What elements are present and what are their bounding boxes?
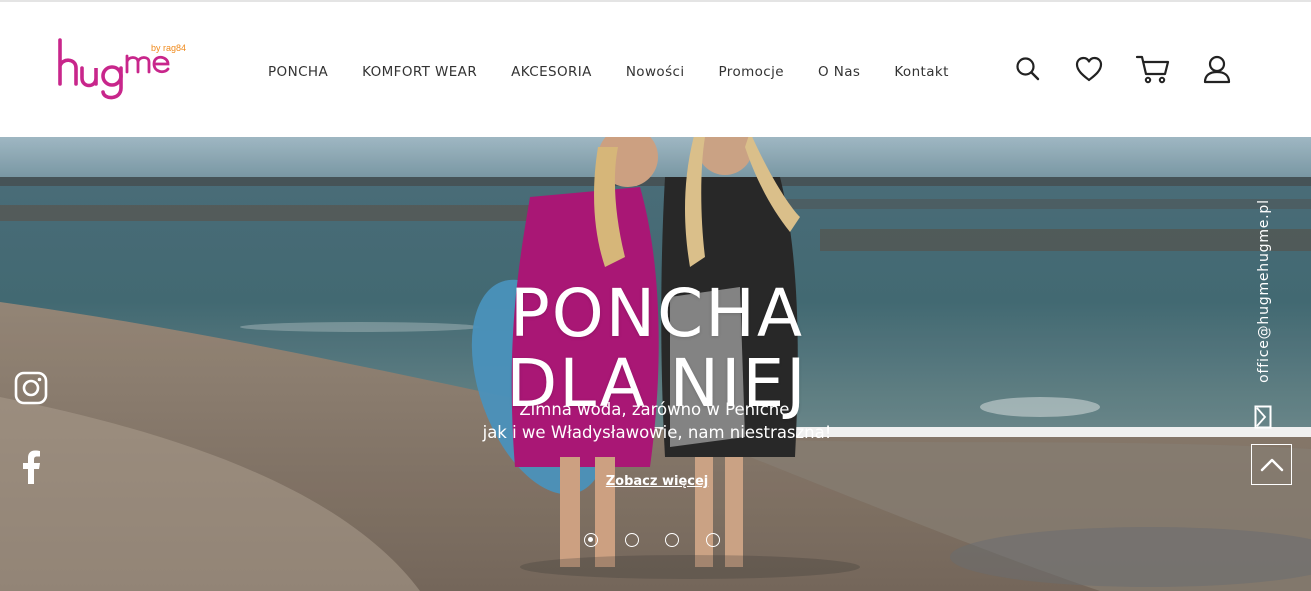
header-icons	[1013, 54, 1263, 84]
scroll-to-top-button[interactable]	[1251, 444, 1292, 485]
instagram-icon[interactable]	[14, 371, 48, 410]
search-icon[interactable]	[1013, 54, 1043, 84]
nav-item-akcesoria[interactable]: AKCESORIA	[511, 64, 592, 80]
hero-subtitle-line2: jak i we Władysławowie, nam niestraszna!	[482, 423, 832, 442]
contact-email[interactable]: office@hugmehugme.pl	[1250, 191, 1278, 391]
nav-item-o-nas[interactable]: O Nas	[818, 64, 860, 80]
nav-item-komfort-wear[interactable]: KOMFORT WEAR	[362, 64, 477, 80]
hero-title-line1: PONCHA	[510, 275, 804, 353]
slider-dot-3[interactable]	[665, 533, 679, 547]
hero-subtitle-line1: Zimna woda, zarówno w Peniche,	[519, 400, 795, 419]
cart-icon[interactable]	[1135, 54, 1171, 84]
heart-icon[interactable]	[1074, 54, 1104, 84]
hero-subtitle: Zimna woda, zarówno w Peniche, jak i we …	[420, 398, 894, 444]
slider-dot-2[interactable]	[624, 533, 639, 547]
chevron-up-icon	[1260, 458, 1283, 471]
nav-item-nowosci[interactable]: Nowości	[626, 64, 685, 80]
nav-item-promocje[interactable]: Promocje	[718, 64, 784, 80]
slider-pagination	[584, 533, 746, 547]
see-more-link[interactable]: Zobacz więcej	[557, 474, 757, 489]
mail-icon[interactable]	[1254, 405, 1272, 429]
logo-graphic: by rag84	[58, 38, 186, 100]
slider-dot-4[interactable]	[705, 533, 720, 547]
hero-slider: PONCHA DLA NIEJ Zimna woda, zarówno w Pe…	[0, 137, 1311, 591]
nav-item-poncha[interactable]: PONCHA	[268, 64, 328, 80]
user-icon[interactable]	[1202, 54, 1232, 84]
slider-dot-1[interactable]	[584, 533, 598, 547]
contact-email-text: office@hugmehugme.pl	[1256, 199, 1272, 383]
site-header: by rag84 PONCHA KOMFORT WEAR AKCESORIA N…	[0, 2, 1311, 137]
facebook-icon[interactable]	[20, 450, 42, 489]
logo-tagline: by rag84	[151, 43, 186, 53]
brand-logo[interactable]: by rag84	[56, 36, 191, 106]
main-nav: PONCHA KOMFORT WEAR AKCESORIA Nowości Pr…	[268, 64, 983, 80]
nav-item-kontakt[interactable]: Kontakt	[894, 64, 948, 80]
